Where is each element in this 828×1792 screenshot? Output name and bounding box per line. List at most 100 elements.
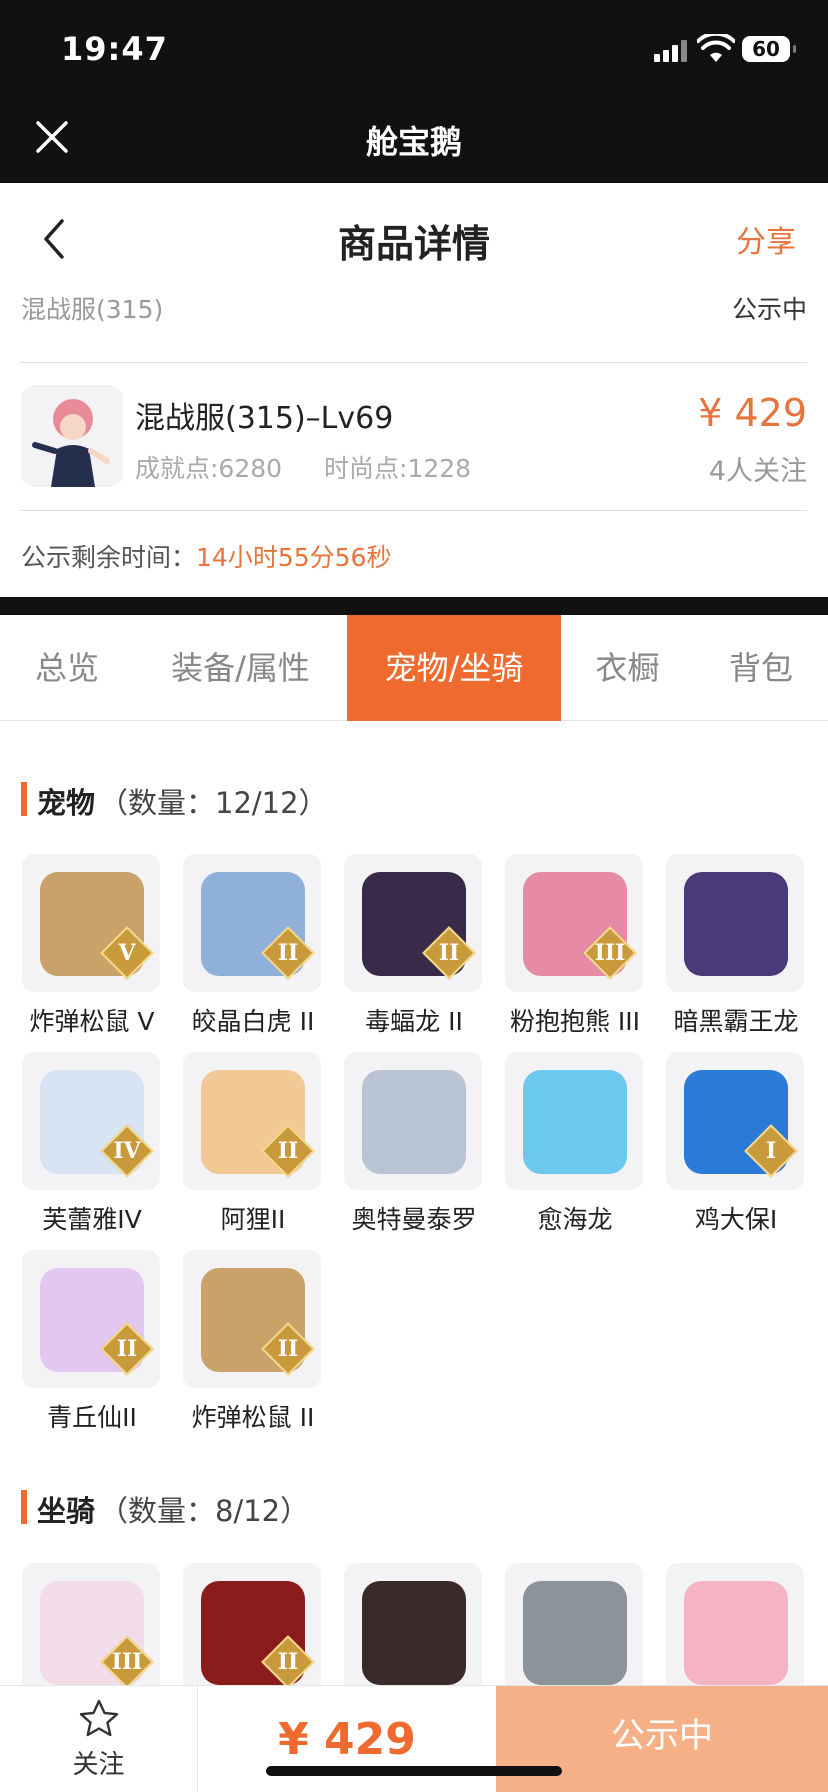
app-title: 舱宝鹅 [365, 123, 462, 161]
app-bar: 舱宝鹅 [0, 95, 828, 183]
pet-name: 暗黑霸王龙 [673, 1007, 799, 1036]
home-indicator [266, 1766, 562, 1776]
tier-badge-label: II [277, 1649, 299, 1675]
tab-wardrobe[interactable]: 衣橱 [561, 615, 694, 721]
pets-title: 宠物 [37, 786, 96, 820]
pet-item[interactable]: 奥特曼泰罗 [344, 1052, 484, 1242]
pet-image [505, 1052, 643, 1190]
pet-item[interactable]: V 炸弹松鼠 V [22, 854, 162, 1044]
pet-image [666, 854, 804, 992]
tab-overview[interactable]: 总览 [0, 615, 134, 721]
pet-artwork [362, 1070, 466, 1174]
follower-count: 4人关注 [708, 456, 807, 487]
mount-artwork [362, 1581, 466, 1685]
wifi-icon [697, 34, 735, 62]
pets-count: （数量：12/12） [99, 786, 328, 820]
pet-item[interactable]: II 皎晶白虎 II [183, 854, 323, 1044]
mounts-title: 坐骑 [37, 1494, 96, 1528]
divider [21, 362, 807, 363]
remaining-time-row: 公示剩余时间：14小时55分56秒 [21, 538, 391, 574]
pet-image: I [666, 1052, 804, 1190]
pet-image: II [183, 1250, 321, 1388]
mounts-count: （数量：8/12） [99, 1494, 310, 1528]
tier-badge-label: II [277, 1336, 299, 1362]
bottom-price: ¥ 429 [278, 1714, 416, 1765]
tab-equipment[interactable]: 装备/属性 [134, 615, 347, 721]
divider [21, 510, 807, 511]
mount-artwork [684, 1581, 788, 1685]
tab-backpack[interactable]: 背包 [694, 615, 828, 721]
mount-image: II [183, 1563, 321, 1701]
tab-bar: 总览 装备/属性 宠物/坐骑 衣橱 背包 [0, 615, 828, 721]
pet-item[interactable]: II 阿狸II [183, 1052, 323, 1242]
pet-name: 青丘仙II [47, 1403, 137, 1432]
product-name: 混战服(315)–Lv69 [135, 401, 394, 436]
pet-name: 鸡大保I [694, 1205, 778, 1234]
listing-status: 公示中 [731, 295, 807, 324]
follow-label: 关注 [72, 1750, 125, 1780]
pet-item[interactable]: II 毒蝠龙 II [344, 854, 484, 1044]
pet-item[interactable]: 愈海龙 [505, 1052, 645, 1242]
mount-image [505, 1563, 643, 1701]
pet-name: 炸弹松鼠 II [191, 1403, 315, 1432]
pet-item[interactable]: IV 芙蕾雅IV [22, 1052, 162, 1242]
tier-badge-label: II [277, 1138, 299, 1164]
pet-item[interactable]: 暗黑霸王龙 [666, 854, 806, 1044]
pet-name: 皎晶白虎 II [191, 1007, 315, 1036]
product-price: ¥ 429 [698, 391, 807, 435]
pet-artwork [684, 872, 788, 976]
pet-name: 奥特曼泰罗 [351, 1205, 477, 1234]
tier-badge-label: III [594, 940, 626, 966]
page-title: 商品详情 [337, 222, 490, 266]
pet-image: III [505, 854, 643, 992]
pet-name: 炸弹松鼠 V [29, 1007, 155, 1036]
pet-name: 阿狸II [220, 1205, 286, 1234]
pet-image: V [22, 854, 160, 992]
pet-name: 粉抱抱熊 III [509, 1007, 641, 1036]
tier-badge-label: II [116, 1336, 138, 1362]
pet-image: IV [22, 1052, 160, 1190]
share-button[interactable]: 分享 [736, 217, 796, 261]
cellular-signal-icon [654, 40, 687, 62]
pet-image: II [183, 854, 321, 992]
tier-badge-label: I [765, 1138, 777, 1164]
pet-name: 毒蝠龙 II [365, 1007, 463, 1036]
server-name: 混战服(315) [21, 295, 164, 324]
pet-image: II [344, 854, 482, 992]
status-action-button[interactable]: 公示中 [496, 1686, 828, 1792]
follow-button[interactable]: 关注 [0, 1686, 198, 1792]
status-time: 19:47 [61, 30, 168, 68]
tier-badge-label: IV [113, 1138, 141, 1164]
pet-image [344, 1052, 482, 1190]
section-separator [0, 597, 828, 615]
product-stats: 成就点:6280 时尚点:1228 [135, 449, 471, 485]
pet-name: 芙蕾雅IV [42, 1205, 142, 1234]
mount-image: III [22, 1563, 160, 1701]
pet-item[interactable]: II 青丘仙II [22, 1250, 162, 1440]
pet-item[interactable]: III 粉抱抱熊 III [505, 854, 645, 1044]
pet-item[interactable]: I 鸡大保I [666, 1052, 806, 1242]
tab-pets-mounts[interactable]: 宠物/坐骑 [347, 615, 561, 721]
pet-image: II [183, 1052, 321, 1190]
pet-item[interactable]: II 炸弹松鼠 II [183, 1250, 323, 1440]
status-bar: 19:47 60 [0, 0, 828, 95]
star-icon [79, 1699, 119, 1737]
product-summary[interactable]: 混战服(315)–Lv69 成就点:6280 时尚点:1228 ¥ 429 4人关… [21, 385, 807, 487]
character-avatar [21, 385, 123, 487]
fashion-points: 时尚点:1228 [324, 454, 472, 483]
tier-badge-label: V [118, 940, 136, 966]
pet-image: II [22, 1250, 160, 1388]
remaining-time-label: 公示剩余时间： [21, 543, 197, 572]
mount-image [666, 1563, 804, 1701]
tier-badge-label: II [438, 940, 460, 966]
server-row: 混战服(315) 公示中 [21, 290, 807, 330]
mount-image [344, 1563, 482, 1701]
mount-artwork [523, 1581, 627, 1685]
pet-artwork [523, 1070, 627, 1174]
tier-badge-label: II [277, 940, 299, 966]
battery-icon: 60 [742, 36, 796, 62]
remaining-time-countdown: 14小时55分56秒 [196, 543, 392, 572]
pet-name: 愈海龙 [537, 1205, 613, 1234]
nav-bar: 商品详情 分享 [0, 183, 828, 293]
tier-badge-label: III [111, 1649, 143, 1675]
